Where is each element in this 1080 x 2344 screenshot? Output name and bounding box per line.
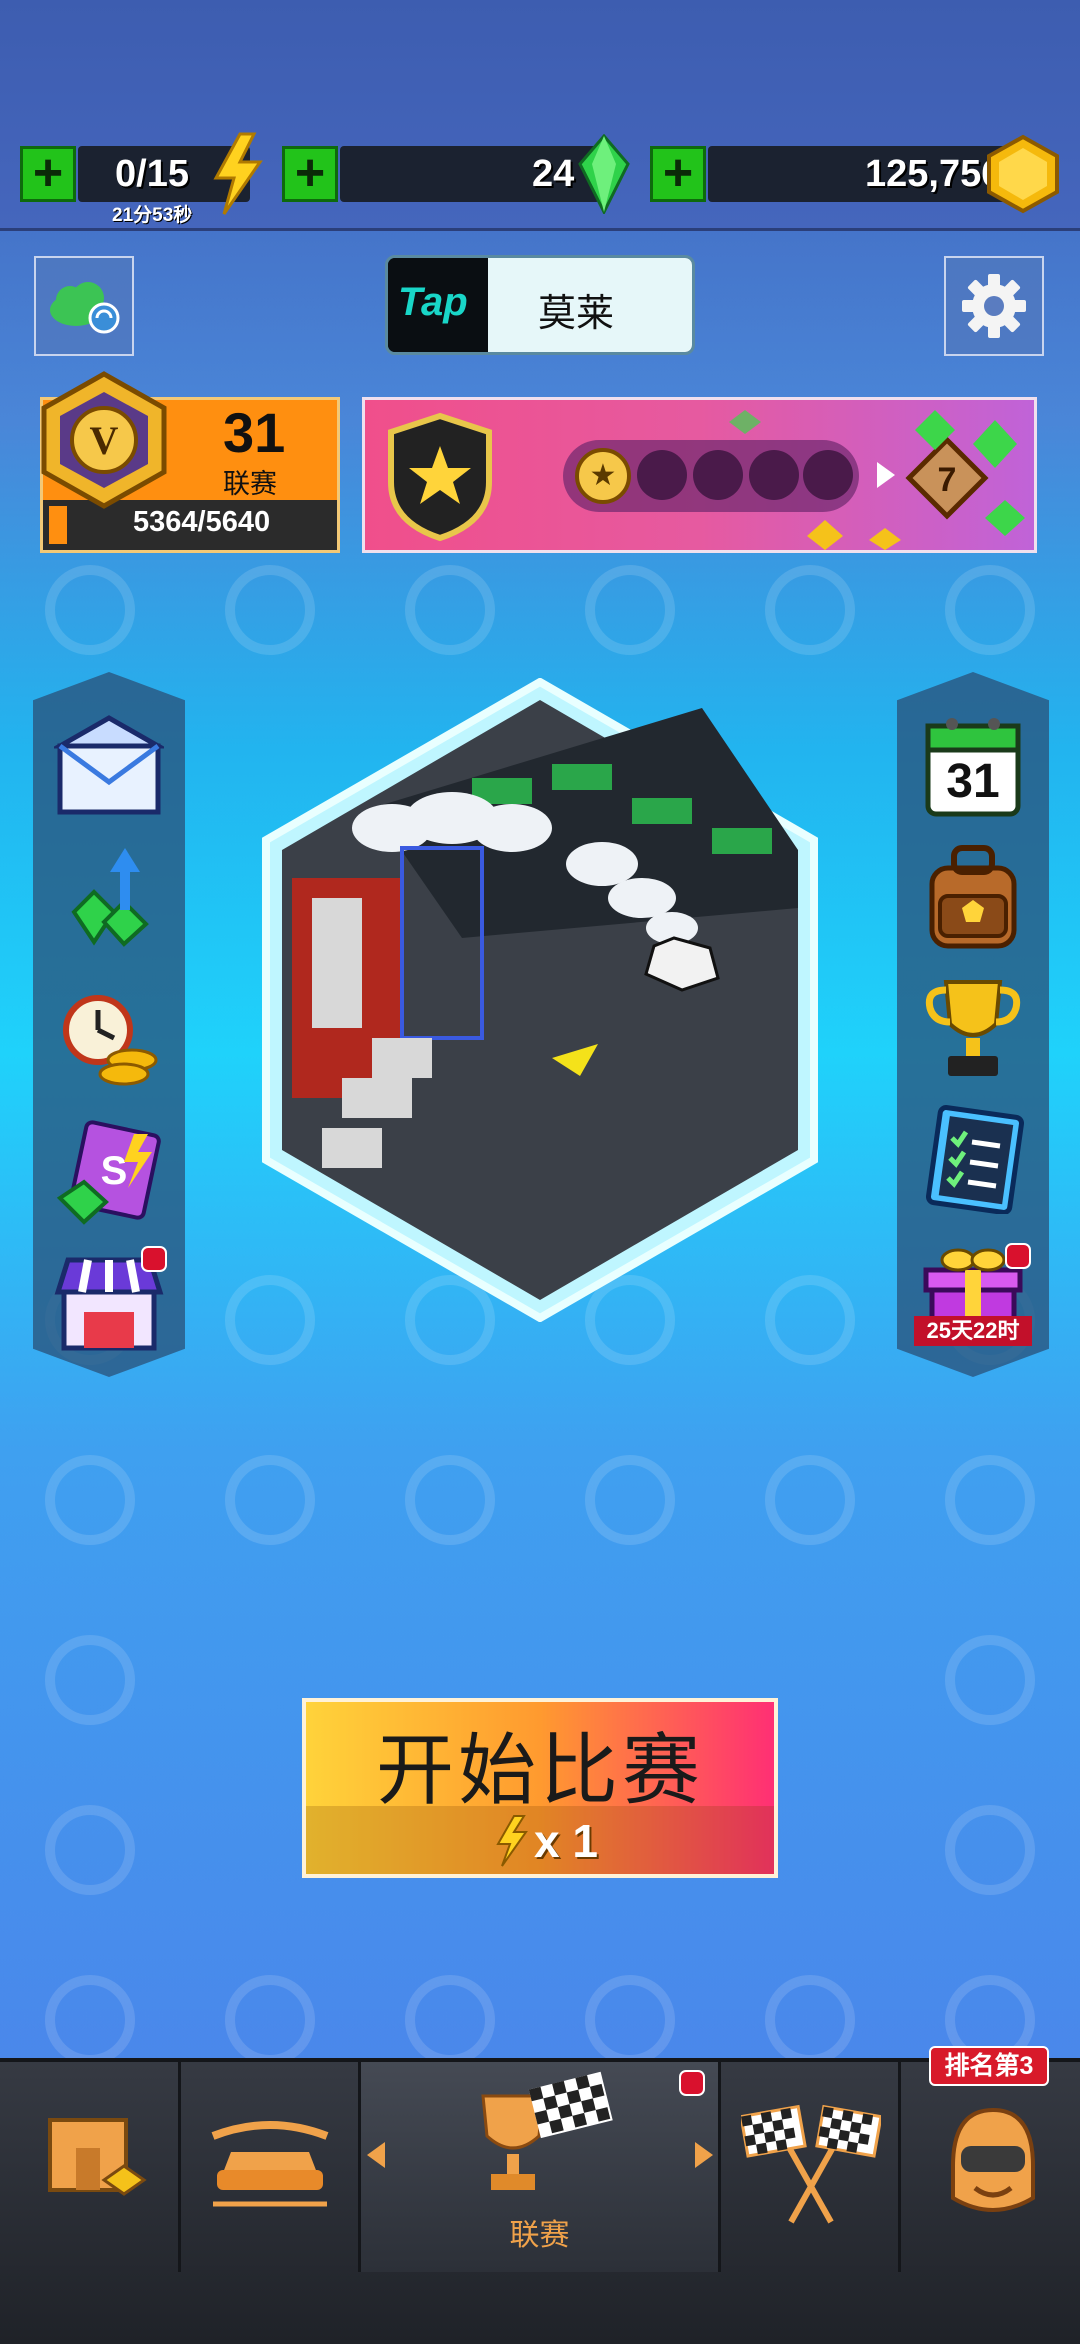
promotion-slot-empty xyxy=(637,450,687,500)
league-level: 31 xyxy=(223,401,286,464)
player-name-badge[interactable]: Tap 莫莱 xyxy=(385,255,695,355)
energy-timer: 21分53秒 xyxy=(112,205,193,226)
calendar-day: 31 xyxy=(946,755,1000,808)
tap-logo-box: Tap xyxy=(388,258,488,352)
start-race-button[interactable]: 开始比赛 x 1 xyxy=(302,1698,778,1878)
nav-league-label: 联赛 xyxy=(509,2219,570,2252)
start-race-cost: x 1 xyxy=(534,1815,598,1867)
league-rank-badge-icon: V xyxy=(41,371,167,509)
cloud-sync-icon xyxy=(50,282,120,334)
crate-icon xyxy=(48,2118,147,2196)
trophy-flag-icon xyxy=(481,2071,613,2190)
lightning-icon xyxy=(496,1815,528,1867)
add-energy-button[interactable]: + xyxy=(20,146,76,202)
track-preview[interactable] xyxy=(262,677,818,1323)
nav-tab-cars[interactable] xyxy=(181,2062,358,2272)
gift-notification-dot xyxy=(1005,1243,1031,1269)
timer-coins-icon[interactable] xyxy=(54,982,164,1092)
gems-value: 24 xyxy=(532,153,575,195)
nav-tab-league[interactable]: 联赛 xyxy=(361,2062,718,2272)
nav-arrow-right-icon[interactable] xyxy=(693,2140,715,2170)
league-label: 联赛 xyxy=(223,469,277,499)
nav-tab-garage[interactable] xyxy=(0,2062,178,2272)
promotion-slot-filled: ★ xyxy=(575,448,631,504)
coins-value: 125,756 xyxy=(865,153,1003,195)
league-notification-dot xyxy=(679,2070,705,2096)
nav-tab-ranking[interactable]: 排名第3 xyxy=(901,2046,1080,2272)
helmet-icon xyxy=(951,2107,1035,2212)
cloud-sync-button[interactable] xyxy=(34,256,134,356)
nav-arrow-left-icon[interactable] xyxy=(365,2140,387,2170)
add-gems-button[interactable]: + xyxy=(282,146,338,202)
add-coins-button[interactable]: + xyxy=(650,146,706,202)
car-icon xyxy=(211,2121,329,2207)
shop-notification-dot xyxy=(141,1246,167,1272)
mail-icon[interactable] xyxy=(54,712,164,822)
gift-timer: 25天22时 xyxy=(914,1316,1032,1346)
trophy-icon[interactable] xyxy=(918,972,1028,1082)
gold-coin-icon xyxy=(987,134,1059,214)
energy-value: 0/15 xyxy=(115,153,189,195)
league-progress-text: 5364/5640 xyxy=(133,506,271,538)
task-list-icon[interactable] xyxy=(918,1104,1028,1214)
tap-logo: Tap xyxy=(398,280,468,324)
rank-badge: 排名第3 xyxy=(929,2046,1049,2086)
gear-icon xyxy=(962,274,1026,338)
start-race-label: 开始比赛 xyxy=(375,1726,704,1814)
lightning-icon xyxy=(213,132,263,215)
player-name: 莫莱 xyxy=(538,293,615,335)
league-badge-letter: V xyxy=(90,418,119,463)
boost-card-icon[interactable]: S xyxy=(54,1118,164,1228)
league-progress-marker xyxy=(49,506,67,544)
promotion-panel[interactable]: ★ 7 xyxy=(362,397,1037,553)
nav-tab-race[interactable] xyxy=(721,2062,898,2272)
checkered-flags-icon xyxy=(741,2104,881,2224)
svg-text:S: S xyxy=(101,1149,128,1193)
gem-upgrade-icon[interactable] xyxy=(54,842,164,952)
backpack-icon[interactable] xyxy=(918,842,1028,952)
track-hexagon xyxy=(262,677,818,1323)
falling-gems-decoration xyxy=(729,410,1025,550)
name-plate: 莫莱 xyxy=(488,258,692,352)
calendar-button[interactable]: 31 xyxy=(918,712,1028,822)
settings-button[interactable] xyxy=(944,256,1044,356)
star-shield-icon xyxy=(388,412,492,542)
green-gem-icon xyxy=(578,134,630,214)
